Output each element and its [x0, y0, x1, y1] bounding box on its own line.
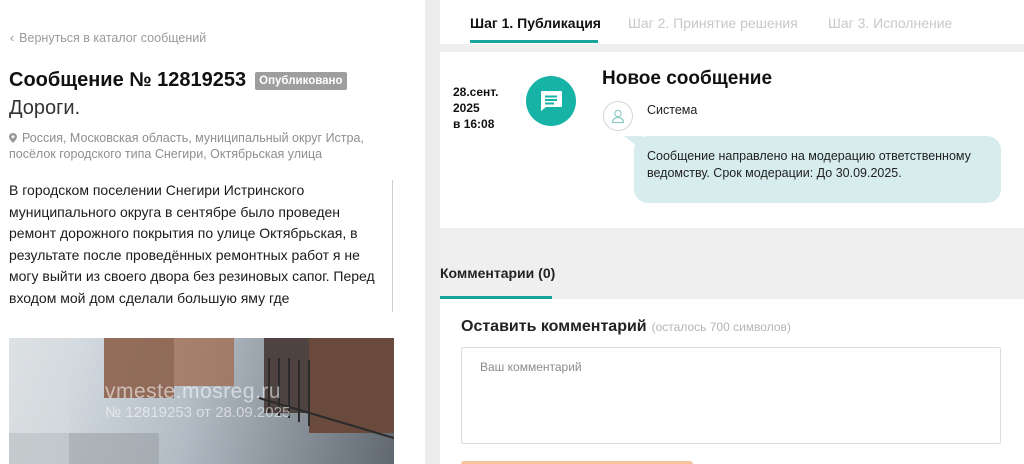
- tab-step-2[interactable]: Шаг 2. Принятие решения: [628, 15, 798, 31]
- message-description: В городском поселении Снегири Истринског…: [9, 182, 383, 312]
- watermark-id: № 12819253 от 28.09.2025: [105, 404, 291, 421]
- message-title: Сообщение № 12819253: [9, 69, 247, 91]
- description-scroll[interactable]: В городском поселении Снегири Истринског…: [9, 180, 393, 312]
- event-date-time: в 16:08: [453, 117, 495, 131]
- event-title: Новое сообщение: [602, 68, 773, 89]
- address-text: Россия, Московская область, муниципальны…: [9, 131, 364, 161]
- comment-form-title: Оставить комментарий (осталось 700 символ…: [461, 318, 791, 336]
- comments-header[interactable]: Комментарии (0): [440, 265, 555, 281]
- event-icon-circle: [526, 76, 576, 126]
- char-limit-hint: (осталось 700 символов): [651, 320, 791, 334]
- step-tabs: Шаг 1. Публикация Шаг 2. Принятие решени…: [440, 0, 1024, 44]
- user-icon: [611, 109, 625, 124]
- active-tab-indicator: [470, 40, 598, 43]
- tab-step-3[interactable]: Шаг 3. Исполнение: [828, 15, 952, 31]
- message-address: Россия, Московская область, муниципальны…: [9, 130, 389, 162]
- event-sender: Система: [647, 103, 698, 117]
- comment-input[interactable]: [461, 347, 1001, 444]
- event-date-year: 2025: [453, 101, 480, 115]
- watermark-site: vmeste.mosreg.ru: [105, 380, 282, 403]
- tab-step-1[interactable]: Шаг 1. Публикация: [470, 15, 601, 31]
- message-panel: ‹ Вернуться в каталог сообщений Сообщение…: [0, 0, 425, 464]
- avatar: [603, 101, 633, 131]
- message-title-row: Сообщение № 12819253 Опубликовано: [9, 69, 347, 92]
- comment-form: Оставить комментарий (осталось 700 символ…: [440, 299, 1024, 464]
- chevron-left-icon: ‹: [10, 31, 15, 45]
- message-category: Дороги.: [9, 97, 81, 119]
- comment-form-title-text: Оставить комментарий: [461, 318, 647, 335]
- message-photo[interactable]: vmeste.mosreg.ru № 12819253 от 28.09.202…: [9, 338, 394, 464]
- panel-divider: [425, 0, 440, 464]
- event-date-day: 28.сент.: [453, 85, 499, 99]
- event-message-bubble: Сообщение направлено на модерацию ответс…: [634, 136, 1001, 203]
- status-badge: Опубликовано: [255, 71, 347, 90]
- event-card: 28.сент. 2025 в 16:08 Новое сообщение Си…: [440, 52, 1024, 228]
- history-panel: Шаг 1. Публикация Шаг 2. Принятие решени…: [440, 0, 1024, 464]
- event-date: 28.сент. 2025 в 16:08: [453, 84, 498, 132]
- back-link-label: Вернуться в каталог сообщений: [19, 31, 207, 45]
- message-icon: [541, 91, 562, 111]
- location-pin-icon: [9, 133, 17, 143]
- back-to-catalog-link[interactable]: ‹ Вернуться в каталог сообщений: [10, 31, 206, 45]
